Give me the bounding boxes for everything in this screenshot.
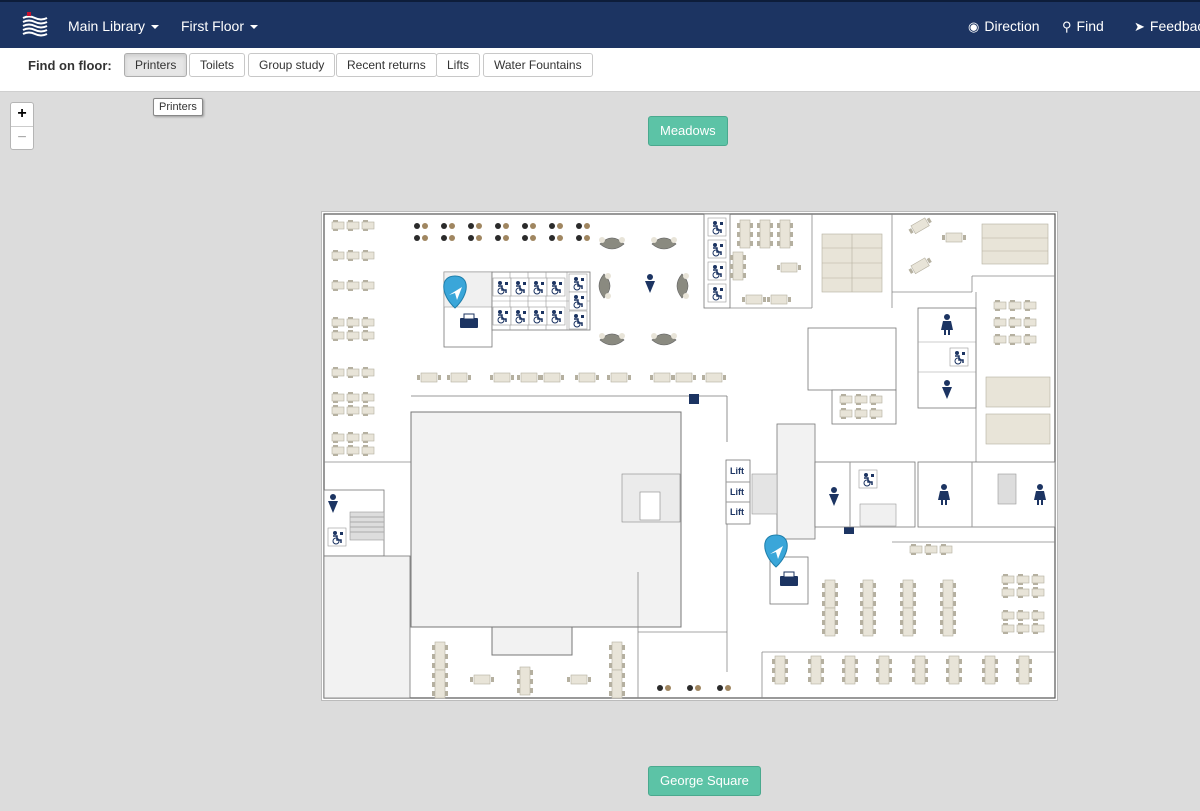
filter-water-fountains-button[interactable]: Water Fountains (483, 53, 593, 77)
direction-link[interactable]: ◉ Direction (968, 18, 1040, 35)
find-link[interactable]: ⚲ Find (1062, 18, 1104, 35)
filter-group-study-button[interactable]: Group study (248, 53, 336, 77)
lift-label: Lift (730, 466, 744, 476)
top-navbar: Main Library First Floor ◉ Direction ⚲ Fin… (0, 0, 1200, 48)
printers-tooltip: Printers (153, 98, 203, 116)
lift-label: Lift (730, 507, 744, 517)
toilets-block (917, 307, 977, 409)
george-square-direction-button[interactable]: George Square (648, 766, 761, 796)
toilets-centre (814, 461, 916, 528)
chevron-down-icon (250, 25, 258, 30)
chevron-down-icon (151, 25, 160, 30)
filter-bar: Find on floor: Printers Toilets Group st… (0, 48, 1200, 92)
zoom-in-button[interactable]: + (11, 103, 33, 126)
paper-plane-icon: ➤ (1134, 19, 1145, 34)
lift-label: Lift (730, 487, 744, 497)
floor-plan-svg: Lift Lift Lift (323, 213, 1056, 699)
study-pods (491, 271, 591, 331)
lifts: Lift Lift Lift (725, 459, 751, 525)
conference-table (821, 233, 883, 293)
floor-dropdown-label: First Floor (181, 18, 244, 34)
filter-toilets-button[interactable]: Toilets (189, 53, 246, 77)
direction-label: Direction (984, 18, 1040, 34)
water-fountain-icon (689, 394, 699, 404)
feedback-link[interactable]: ➤ Feedback (1134, 18, 1200, 35)
find-label: Find (1076, 18, 1104, 34)
floor-dropdown[interactable]: First Floor (181, 18, 258, 34)
search-icon: ⚲ (1062, 19, 1072, 34)
filter-recent-returns-button[interactable]: Recent returns (336, 53, 437, 77)
compass-icon: ◉ (968, 19, 980, 34)
toilets-east (917, 461, 1056, 528)
filter-printers-button[interactable]: Printers (124, 53, 188, 77)
library-dropdown[interactable]: Main Library (68, 18, 160, 34)
floor-plan-map[interactable]: Lift Lift Lift (321, 211, 1058, 701)
feedback-label: Feedback (1149, 18, 1200, 34)
zoom-out-button[interactable]: − (11, 126, 33, 149)
filter-lifts-button[interactable]: Lifts (436, 53, 481, 77)
zoom-control: + − (10, 102, 34, 150)
library-dropdown-label: Main Library (68, 18, 146, 34)
meadows-direction-button[interactable]: Meadows (648, 116, 728, 146)
library-logo-icon[interactable] (21, 12, 49, 38)
accessible-rooms (703, 213, 731, 309)
find-on-floor-label: Find on floor: (28, 58, 112, 73)
